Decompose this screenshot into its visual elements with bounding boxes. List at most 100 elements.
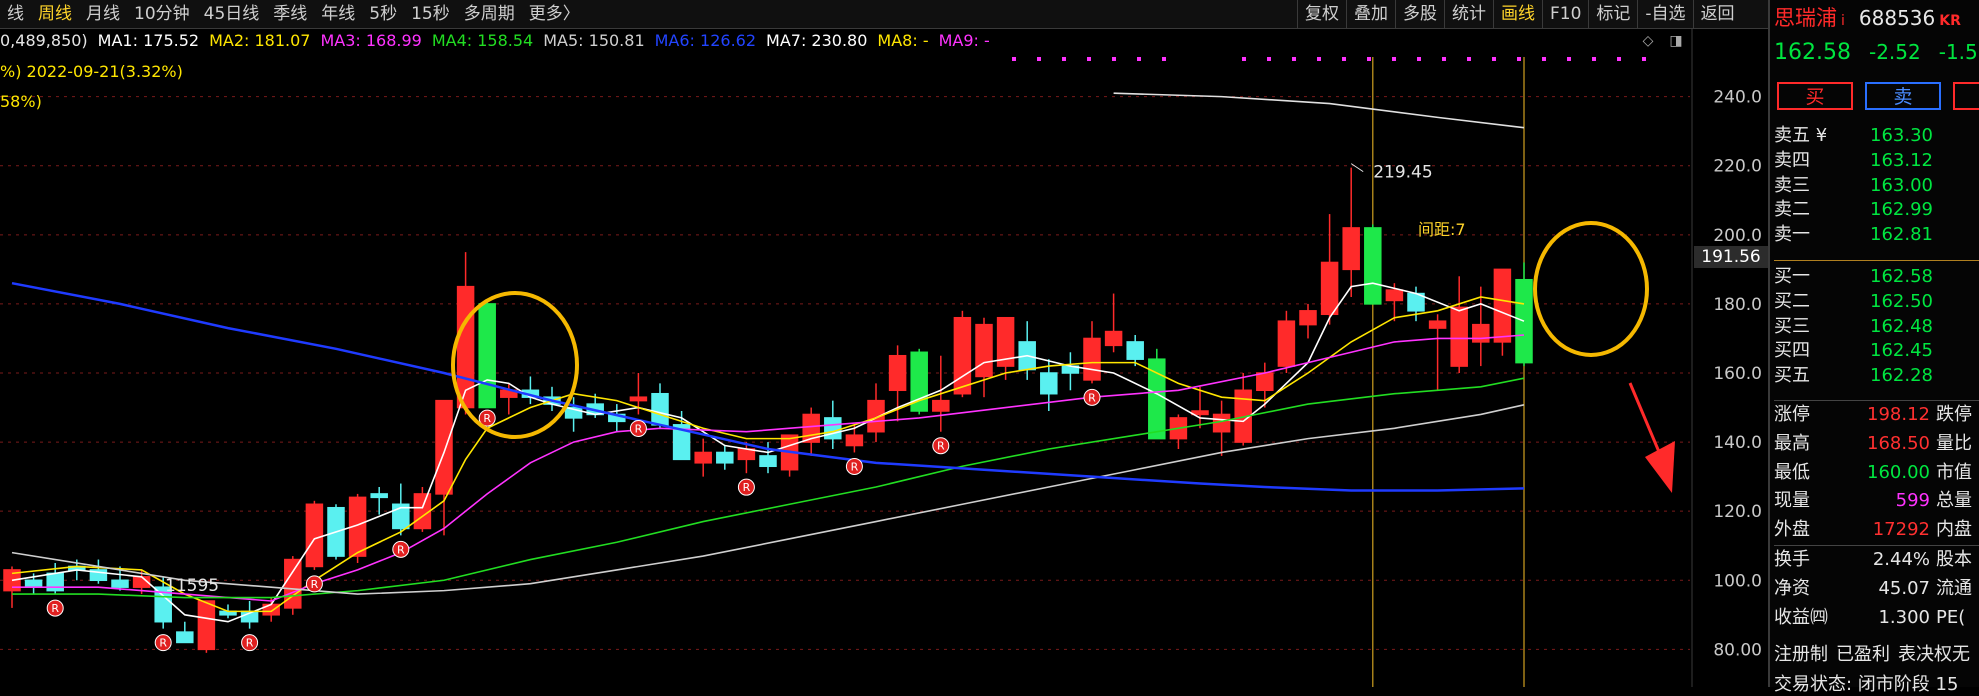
pink-dot: [1087, 57, 1091, 61]
candle-body: [1040, 372, 1058, 395]
candle-body: [1126, 341, 1144, 360]
order-book-row[interactable]: 买一 162.58: [1774, 265, 1933, 290]
period-tab[interactable]: 45日线: [197, 0, 267, 28]
order-book-label: 买四: [1774, 340, 1810, 362]
pink-dot: [1162, 57, 1166, 61]
stat-label-secondary: 股本: [1936, 549, 1972, 570]
kline-chart[interactable]: 240.0 220.0 200.0 180.0 160.0 140.0 120.0 100.0…: [0, 29, 1772, 687]
y-tick-label: 220.0: [1713, 157, 1762, 177]
stat-row: 换手 2.44% 股本: [1774, 546, 1979, 575]
pink-dot: [1467, 57, 1471, 61]
period-tabs: 线周线 月线 10分钟 45日线 季线 年线 5秒 15秒 多周期 更多〉: [0, 0, 587, 28]
period-tab[interactable]: 季线: [266, 0, 314, 28]
ma-legend-item: MA1: 175.52: [97, 30, 200, 50]
pink-dot: [1642, 57, 1646, 61]
order-book-label: 买三: [1774, 315, 1810, 337]
panel-toggle-icon[interactable]: ◨: [1668, 33, 1684, 49]
stat-value: 1.300: [1878, 606, 1930, 628]
ma-legend: 0,489,850) MA1: 175.52 MA2: 181.07 MA3: 168…: [0, 29, 1000, 51]
candle-body: [1299, 310, 1317, 326]
chart-tools: 复权 叠加 多股 统计 画线 F10 标记 -自选 返回: [1297, 0, 1742, 28]
order-book-row[interactable]: 卖五 ¥ 163.30: [1774, 124, 1933, 149]
period-tab[interactable]: 10分钟: [127, 0, 197, 28]
candle-body: [845, 434, 864, 447]
r-marker-label: R: [397, 543, 405, 556]
quote-stats-2: 换手 2.44% 股本 净资 45.07 流通 收益㈣ 1.300 PE(: [1774, 545, 1979, 632]
r-marker-label: R: [311, 578, 319, 591]
order-book-row[interactable]: 卖二 162.99: [1774, 198, 1933, 223]
candle-body: [975, 323, 993, 378]
order-book-row[interactable]: 买三 162.48: [1774, 315, 1933, 340]
order-book-label: 卖五 ¥: [1774, 125, 1828, 146]
ma-legend-item: MA3: 168.99: [320, 30, 422, 50]
tool-button[interactable]: F10: [1542, 0, 1588, 28]
sell-button[interactable]: 卖: [1865, 82, 1941, 110]
period-tab[interactable]: 更多〉: [522, 0, 587, 28]
candle-body: [435, 399, 453, 495]
stat-row: 净资 45.07 流通: [1774, 575, 1979, 604]
order-book-row[interactable]: 卖三 163.00: [1774, 174, 1933, 199]
stat-value: 198.12: [1867, 404, 1930, 425]
ma-legend-item: MA6: 126.62: [654, 30, 757, 50]
stat-value: 45.07: [1878, 577, 1930, 599]
info-icon[interactable]: i: [1841, 13, 1845, 29]
order-book-label: 卖一: [1774, 224, 1810, 246]
stat-label-secondary: 总量: [1936, 490, 1972, 512]
period-tab[interactable]: 5秒: [362, 0, 404, 28]
price-change: -2.52: [1868, 40, 1921, 64]
order-book-row[interactable]: 买五 162.28: [1774, 364, 1933, 389]
pink-dot: [1392, 57, 1396, 61]
period-tab[interactable]: 周线: [31, 0, 79, 28]
pink-dot: [1367, 57, 1371, 61]
r-marker-label: R: [635, 422, 643, 435]
pink-dot: [1242, 57, 1246, 61]
tool-button[interactable]: 叠加: [1346, 0, 1395, 28]
tool-button[interactable]: 返回: [1692, 0, 1742, 28]
stat-label: 净资: [1774, 577, 1810, 599]
period-tab[interactable]: 年线: [314, 0, 362, 28]
pink-dot: [1037, 57, 1041, 61]
order-book-row[interactable]: 卖四 163.12: [1774, 149, 1933, 174]
r-marker-label: R: [743, 481, 751, 494]
tool-button[interactable]: 复权: [1297, 0, 1346, 28]
candle-body: [1104, 330, 1123, 347]
order-book-row[interactable]: 卖一 162.81: [1774, 223, 1933, 248]
period-tab[interactable]: 月线: [79, 0, 127, 28]
candle-body: [953, 316, 972, 395]
tool-button[interactable]: 标记: [1588, 0, 1637, 28]
stat-label: 外盘: [1774, 519, 1810, 541]
pink-dot: [1112, 57, 1116, 61]
order-book-price: 162.81: [1870, 224, 1933, 246]
kline-chart-area[interactable]: 240.0 220.0 200.0 180.0 160.0 140.0 120.0 100.0…: [0, 29, 1772, 687]
stat-value: 599: [1895, 490, 1930, 512]
tool-button[interactable]: 多股: [1395, 0, 1444, 28]
order-book-label: 买五: [1774, 365, 1810, 387]
candle-body: [1493, 268, 1512, 343]
buy-button[interactable]: 买: [1777, 82, 1853, 110]
candle-body: [1364, 227, 1382, 305]
y-tick-label: 240.0: [1713, 88, 1762, 108]
ma-legend-item: 0,489,850): [0, 30, 88, 50]
tool-button[interactable]: 画线: [1493, 0, 1542, 28]
tool-button[interactable]: 统计: [1444, 0, 1493, 28]
diamond-icon[interactable]: ◇: [1640, 33, 1656, 49]
stock-name[interactable]: 思瑞浦: [1774, 6, 1837, 30]
tool-button[interactable]: -自选: [1637, 0, 1692, 28]
candle-body: [197, 600, 216, 651]
interval-label: 间距:7: [1418, 220, 1466, 239]
order-book-price: 162.45: [1870, 340, 1933, 362]
stat-value: 17292: [1872, 519, 1930, 541]
stat-value: 2.44%: [1872, 549, 1930, 570]
order-book-row[interactable]: 买四 162.45: [1774, 339, 1933, 364]
y-tick-label: 80.00: [1713, 640, 1762, 660]
period-tab[interactable]: 多周期: [457, 0, 522, 28]
pink-dot: [1342, 57, 1346, 61]
order-book-row[interactable]: 买二 162.50: [1774, 290, 1933, 315]
pink-dot: [1062, 57, 1066, 61]
period-tab[interactable]: 线: [0, 0, 31, 28]
candle-body: [24, 579, 43, 588]
period-tab[interactable]: 15秒: [404, 0, 457, 28]
candle-body: [651, 392, 669, 426]
more-trade-button[interactable]: [1953, 82, 1979, 110]
stat-label: 收益㈣: [1774, 606, 1828, 628]
